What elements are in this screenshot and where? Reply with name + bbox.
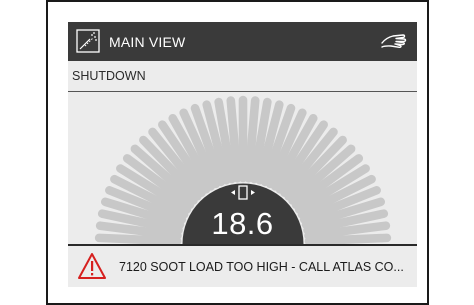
title-bar: MAIN VIEW xyxy=(68,22,417,61)
hand-icon[interactable] xyxy=(379,29,409,53)
machine-status: SHUTDOWN xyxy=(72,69,146,83)
warning-triangle-icon xyxy=(78,253,106,279)
status-bar: SHUTDOWN xyxy=(68,61,417,92)
gauge-value: 18.6 xyxy=(211,206,274,241)
alarm-bar[interactable]: 7120 SOOT LOAD TOO HIGH - CALL ATLAS CO.… xyxy=(68,244,417,287)
alarm-message: 7120 SOOT LOAD TOO HIGH - CALL ATLAS CO.… xyxy=(119,260,404,274)
page-title: MAIN VIEW xyxy=(109,34,186,50)
controller-screen: MAIN VIEW SHUTDOWN 18.6 7120 SOOT LOAD T… xyxy=(68,22,417,287)
gauge-segment xyxy=(304,233,392,244)
pressure-sensor-icon xyxy=(231,185,255,200)
screen-corner-icon[interactable] xyxy=(76,29,100,53)
gauge-area: 18.6 xyxy=(68,94,417,244)
